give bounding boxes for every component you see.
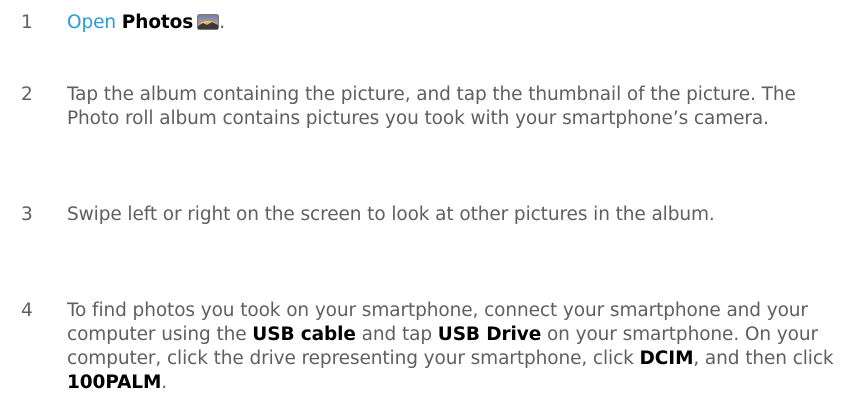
usb-cable-term: USB cable bbox=[252, 324, 356, 345]
step-period: . bbox=[219, 12, 225, 33]
step-text: To find photos you took on your smartpho… bbox=[67, 299, 847, 395]
open-link[interactable]: Open bbox=[67, 12, 116, 33]
dcim-folder-term: DCIM bbox=[639, 348, 694, 369]
step-text-part: , and then click bbox=[693, 348, 834, 369]
100palm-folder-term: 100PALM bbox=[67, 372, 162, 393]
step-text: Open Photos. bbox=[67, 11, 847, 35]
photos-app-icon bbox=[197, 13, 220, 30]
step-number: 2 bbox=[21, 84, 33, 105]
usb-drive-term: USB Drive bbox=[437, 324, 542, 345]
step-number: 1 bbox=[21, 12, 33, 33]
step-number: 4 bbox=[21, 300, 33, 321]
step-text: Tap the album containing the picture, an… bbox=[67, 84, 796, 129]
step-text: Swipe left or right on the screen to loo… bbox=[67, 204, 715, 225]
photos-app-name: Photos bbox=[121, 12, 194, 33]
step-text-part: . bbox=[161, 372, 168, 393]
step-text-part: and tap bbox=[355, 324, 438, 345]
step-number: 3 bbox=[21, 204, 33, 225]
